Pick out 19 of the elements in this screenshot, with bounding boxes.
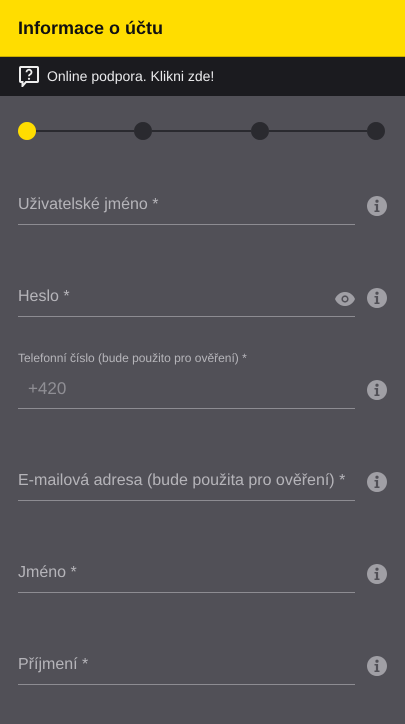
page-title: Informace o účtu xyxy=(18,16,164,40)
info-icon[interactable] xyxy=(367,196,387,216)
input-field[interactable]: Příjmení * xyxy=(18,626,355,685)
info-icon[interactable] xyxy=(367,380,387,400)
info-icon[interactable] xyxy=(367,472,387,492)
help-chat-icon xyxy=(19,66,39,87)
eye-icon[interactable] xyxy=(335,292,355,306)
input-field[interactable]: Uživatelské jméno * xyxy=(18,166,355,225)
phone-field[interactable]: Telefonní číslo (bude použito pro ověření) * +420 xyxy=(18,350,355,409)
support-bar[interactable]: Online podpora. Klikni zde! xyxy=(0,57,405,96)
info-icon[interactable] xyxy=(367,288,387,308)
field-label: Telefonní číslo (bude použito pro ověření) * xyxy=(18,350,248,366)
password-field[interactable]: Heslo * xyxy=(18,258,355,317)
input-field[interactable]: Jméno * xyxy=(18,534,355,593)
input-field[interactable]: E-mailová adresa (bude použita pro ověření) * xyxy=(18,442,355,501)
support-link[interactable]: Online podpora. Klikni zde! xyxy=(47,66,214,87)
field-value: +420 xyxy=(27,378,68,400)
info-icon[interactable] xyxy=(367,564,387,584)
info-icon[interactable] xyxy=(367,656,387,676)
